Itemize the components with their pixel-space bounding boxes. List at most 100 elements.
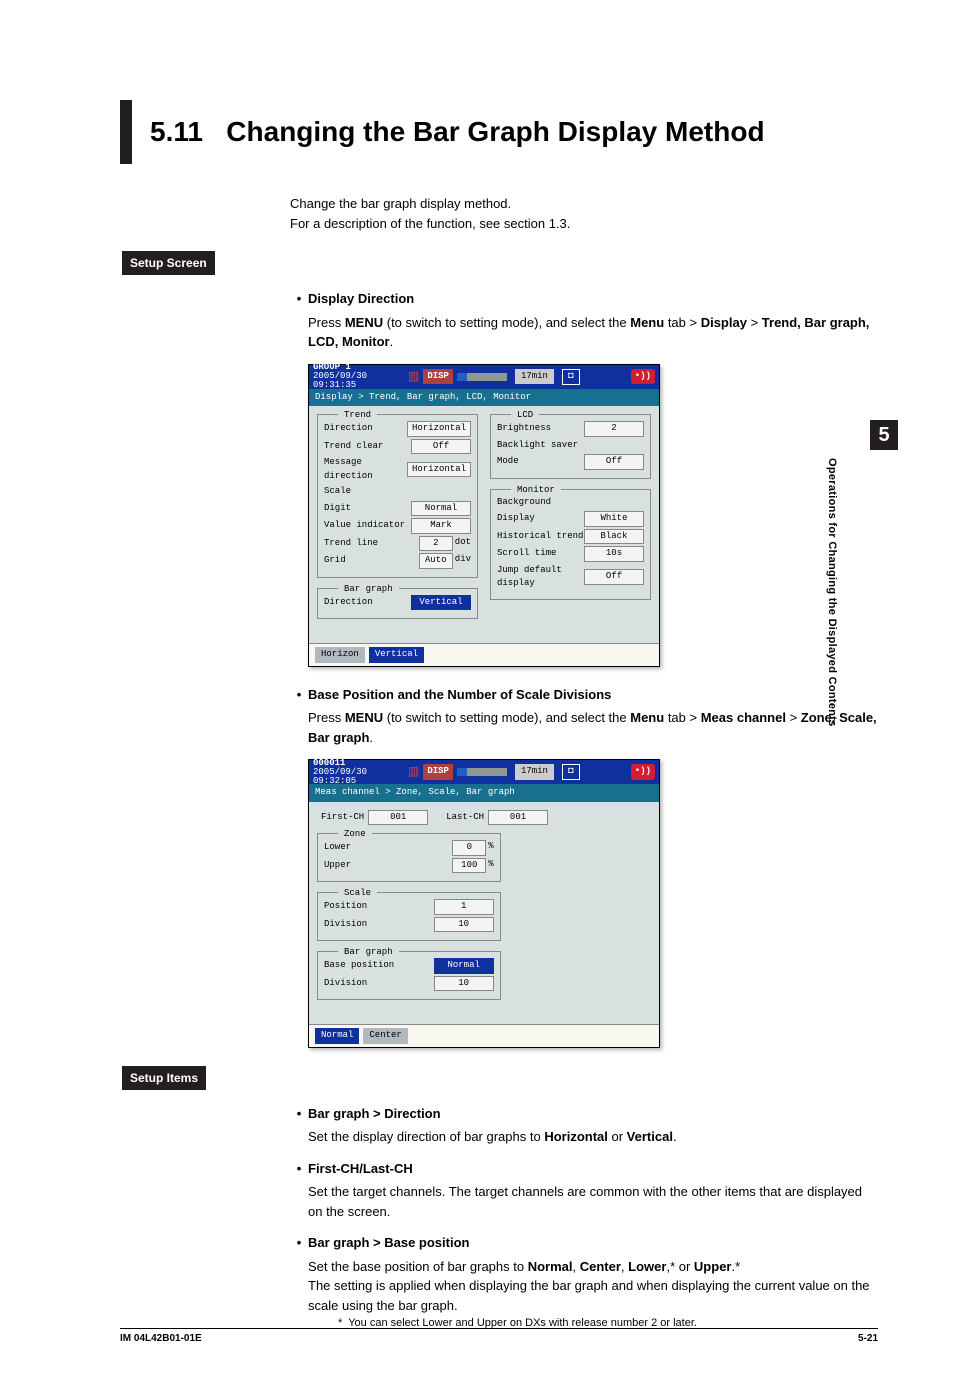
digit-value[interactable]: Normal <box>411 501 471 517</box>
setup-screen-label: Setup Screen <box>122 251 215 275</box>
bullet-title: Base Position and the Number of Scale Di… <box>308 685 611 705</box>
msg-direction-value[interactable]: Horizontal <box>407 462 471 478</box>
ss2-breadcrumb: Meas channel > Zone, Scale, Bar graph <box>309 784 659 802</box>
scale-position-label: Position <box>324 900 434 914</box>
progress-seg <box>457 768 467 776</box>
last-ch-label: Last-CH <box>446 811 484 825</box>
ss2-titlebar: 000011 2005/09/30 09:32:05 ▥ DISP 17min … <box>309 760 659 784</box>
zone-group-title: Zone <box>338 828 372 842</box>
monitor-group-title: Monitor <box>511 484 561 498</box>
bullet-title: Bar graph > Direction <box>308 1104 441 1124</box>
ss1-body: Trend DirectionHorizontal Trend clearOff… <box>309 406 659 643</box>
display-value[interactable]: White <box>584 511 644 527</box>
ss1-titlebar: GROUP 1 2005/09/30 09:31:35 ▥ DISP 17min… <box>309 365 659 389</box>
hist-trend-label: Historical trend <box>497 530 584 544</box>
bullet-dot: • <box>290 289 308 309</box>
monitor-group: Monitor Background DisplayWhite Historic… <box>490 489 651 600</box>
progress-bg <box>467 768 507 776</box>
bullet-title: Bar graph > Base position <box>308 1233 469 1253</box>
value-indicator-value[interactable]: Mark <box>411 518 471 534</box>
bargraph-division-value[interactable]: 10 <box>434 976 494 992</box>
screenshot-zone-scale-bargraph: 000011 2005/09/30 09:32:05 ▥ DISP 17min … <box>308 759 660 1048</box>
brightness-value[interactable]: 2 <box>584 421 644 437</box>
softkey-normal[interactable]: Normal <box>315 1028 359 1044</box>
ss1-group-date: GROUP 1 2005/09/30 09:31:35 <box>313 363 408 390</box>
bargraph-division-label: Division <box>324 977 434 991</box>
trend-clear-value[interactable]: Off <box>411 439 471 455</box>
trend-line-unit: dot <box>455 536 471 552</box>
zone-upper-label: Upper <box>324 859 452 873</box>
lcd-group-title: LCD <box>511 409 539 423</box>
bargraph-group-title: Bar graph <box>338 583 399 597</box>
footer-left: IM 04L42B01-01E <box>120 1333 202 1344</box>
time-remaining: 17min <box>515 369 554 385</box>
msg-direction-label: Message direction <box>324 456 407 483</box>
ss2-group-date: 000011 2005/09/30 09:32:05 <box>313 759 408 786</box>
chapter-number: 5 <box>870 420 898 450</box>
bargraph-group: Bar graph DirectionVertical <box>317 588 478 620</box>
hist-trend-value[interactable]: Black <box>584 529 644 545</box>
scroll-time-label: Scroll time <box>497 547 584 561</box>
mode-value[interactable]: Off <box>584 454 644 470</box>
bullet-bg-basepos: • Bar graph > Base position <box>290 1233 878 1253</box>
title-accent <box>120 100 132 164</box>
page-title: 5.11 Changing the Bar Graph Display Meth… <box>150 100 765 164</box>
page-title-bar: 5.11 Changing the Bar Graph Display Meth… <box>120 100 878 164</box>
alarm-icon: •)) <box>631 764 655 780</box>
first-ch-value[interactable]: 001 <box>368 810 428 826</box>
bullet-bg-direction: • Bar graph > Direction <box>290 1104 878 1124</box>
softkey-vertical[interactable]: Vertical <box>369 647 424 663</box>
base-position-value[interactable]: Normal <box>434 958 494 974</box>
ss2-softkeys: Normal Center <box>309 1024 659 1047</box>
bullet-body-display-direction: Press MENU (to switch to setting mode), … <box>308 313 878 352</box>
trend-direction-label: Direction <box>324 422 407 436</box>
first-ch-label: First-CH <box>321 811 364 825</box>
bullet-dot: • <box>290 1104 308 1124</box>
disp-badge: DISP <box>423 764 453 780</box>
display-label: Display <box>497 512 584 526</box>
page-footer: IM 04L42B01-01E 5-21 <box>120 1328 878 1344</box>
jump-default-value[interactable]: Off <box>584 569 644 585</box>
trend-clear-label: Trend clear <box>324 440 411 454</box>
scale-label: Scale <box>324 485 471 499</box>
zone-upper-value[interactable]: 100 <box>452 858 486 874</box>
scroll-time-value[interactable]: 10s <box>584 546 644 562</box>
time-remaining: 17min <box>515 764 554 780</box>
trend-line-value[interactable]: 2 <box>419 536 453 552</box>
bullet-dot: • <box>290 1233 308 1253</box>
ss1-softkeys: Horizon Vertical <box>309 643 659 666</box>
setup-items-label: Setup Items <box>122 1066 206 1090</box>
trend-direction-value[interactable]: Horizontal <box>407 421 471 437</box>
chapter-tab: 5 Operations for Changing the Displayed … <box>826 420 898 727</box>
footer-right: 5-21 <box>858 1333 878 1344</box>
last-ch-value[interactable]: 001 <box>488 810 548 826</box>
grid-unit: div <box>455 553 471 569</box>
bullet-dot: • <box>290 1159 308 1179</box>
ss2-datetime: 2005/09/30 09:32:05 <box>313 767 367 786</box>
softkey-horizon[interactable]: Horizon <box>315 647 365 663</box>
mode-label: Mode <box>497 455 584 469</box>
scale-position-value[interactable]: 1 <box>434 899 494 915</box>
trend-group: Trend DirectionHorizontal Trend clearOff… <box>317 414 478 578</box>
chapter-side-text: Operations for Changing the Displayed Co… <box>826 458 838 727</box>
digit-label: Digit <box>324 502 411 516</box>
bargraph-direction-value[interactable]: Vertical <box>411 595 471 611</box>
scale-division-value[interactable]: 10 <box>434 917 494 933</box>
bullet-title: Display Direction <box>308 289 414 309</box>
softkey-center[interactable]: Center <box>363 1028 407 1044</box>
section-number: 5.11 <box>150 116 203 148</box>
alarm-icon: •)) <box>631 369 655 385</box>
bullet-base-position: • Base Position and the Number of Scale … <box>290 685 878 705</box>
title-text: Changing the Bar Graph Display Method <box>226 116 764 148</box>
base-position-label: Base position <box>324 959 434 973</box>
bullet-body-bg-direction: Set the display direction of bar graphs … <box>308 1127 878 1147</box>
ss1-datetime: 2005/09/30 09:31:35 <box>313 371 367 390</box>
ss1-breadcrumb: Display > Trend, Bar graph, LCD, Monitor <box>309 389 659 407</box>
zone-group: Zone Lower0% Upper100% <box>317 833 501 882</box>
bargraph2-group-title: Bar graph <box>338 946 399 960</box>
disk-icon: ◘ <box>562 764 580 780</box>
screenshot-display-settings: GROUP 1 2005/09/30 09:31:35 ▥ DISP 17min… <box>308 364 660 667</box>
bullet-first-last: • First-CH/Last-CH <box>290 1159 878 1179</box>
grid-value[interactable]: Auto <box>419 553 453 569</box>
zone-lower-value[interactable]: 0 <box>452 840 486 856</box>
